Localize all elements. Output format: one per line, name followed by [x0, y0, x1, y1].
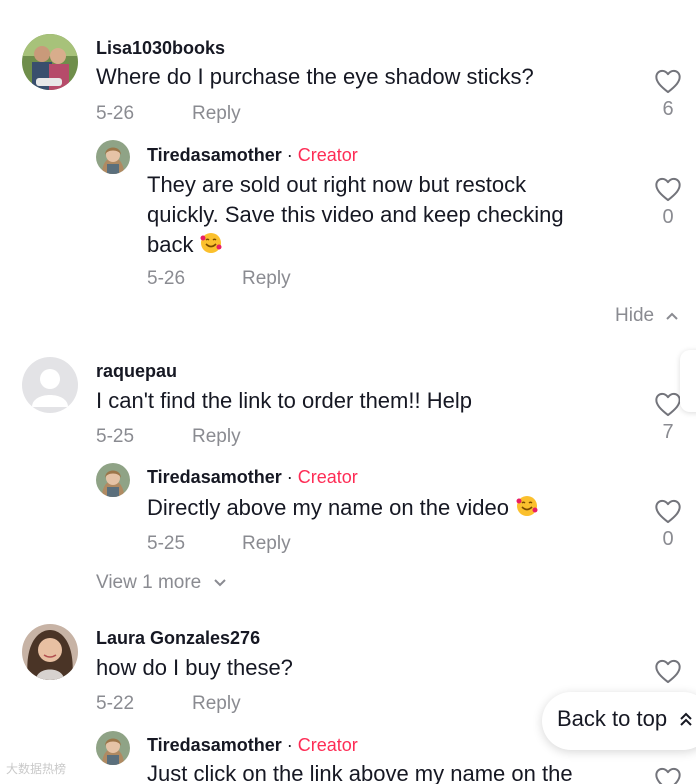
separator: ·: [286, 467, 293, 487]
avatar[interactable]: [96, 463, 130, 497]
comment-text: how do I buy these?: [96, 655, 293, 680]
avatar[interactable]: [22, 624, 78, 680]
double-chevron-up-icon: [680, 712, 692, 726]
separator: ·: [286, 145, 293, 165]
comment-date: 5-26: [96, 103, 135, 124]
hide-replies-button[interactable]: Hide: [615, 305, 679, 327]
reply-button[interactable]: Reply: [192, 693, 241, 715]
avatar[interactable]: [22, 357, 78, 413]
reply-button[interactable]: Reply: [192, 426, 241, 448]
comment-username[interactable]: Lisa1030books: [96, 38, 225, 59]
comment-text: I can't find the link to order them!! He…: [96, 388, 472, 413]
comment-meta: 5-25 Reply: [96, 426, 241, 448]
like-count: 6: [662, 98, 674, 120]
heart-outline-icon: [655, 499, 681, 524]
heart-outline-icon: [655, 177, 681, 202]
comment-text: Where do I purchase the eye shadow stick…: [96, 64, 534, 89]
reply-text-line: back: [147, 230, 564, 260]
reply-text: Just click on the link above my name on …: [147, 761, 573, 784]
chevron-up-icon: [666, 312, 679, 320]
comment-username[interactable]: raquepau: [96, 361, 177, 382]
watermark: 大数据热榜: [6, 762, 67, 776]
like-button[interactable]: [648, 658, 688, 684]
back-to-top-label: Back to top: [557, 706, 668, 731]
like-count: 7: [662, 421, 674, 443]
heart-outline-icon: [655, 69, 681, 94]
creator-badge: Creator: [297, 467, 358, 487]
reply-text-line-end: back: [147, 232, 194, 257]
comment-meta: 5-22 Reply: [96, 693, 241, 715]
separator: ·: [286, 735, 293, 755]
avatar[interactable]: [96, 140, 130, 174]
creator-badge: Creator: [297, 735, 358, 755]
reply-text: They are sold out right now but restock …: [147, 170, 564, 260]
reply-username[interactable]: Tiredasamother · Creator: [147, 145, 358, 166]
heart-outline-icon: [655, 659, 681, 684]
avatar[interactable]: [96, 731, 130, 765]
reply-button[interactable]: Reply: [192, 103, 241, 125]
reply-text-line: They are sold out right now but restock: [147, 172, 527, 197]
reply-date: 5-26: [147, 268, 186, 289]
reply-username-text: Tiredasamother: [147, 145, 282, 165]
reply-username[interactable]: Tiredasamother · Creator: [147, 735, 358, 756]
heart-outline-icon: [655, 392, 681, 417]
like-button[interactable]: 0: [648, 176, 688, 229]
like-button[interactable]: 0: [648, 498, 688, 551]
reply-username-text: Tiredasamother: [147, 467, 282, 487]
comment-meta: 5-26 Reply: [96, 103, 241, 125]
reply-text-body: Directly above my name on the video: [147, 495, 509, 520]
view-more-label: View 1 more: [96, 572, 202, 593]
reply-button[interactable]: Reply: [242, 533, 291, 555]
comment-date: 5-25: [96, 426, 135, 447]
reply-meta: 5-25 Reply: [147, 533, 291, 555]
hide-label: Hide: [615, 305, 655, 326]
heart-outline-icon: [655, 767, 681, 784]
like-count: 0: [662, 528, 674, 550]
like-button[interactable]: 6: [648, 68, 688, 121]
comment-date: 5-22: [96, 693, 135, 714]
reply-text: Directly above my name on the video: [147, 493, 539, 523]
side-panel-tab[interactable]: [680, 350, 696, 412]
reply-button[interactable]: Reply: [242, 268, 291, 290]
view-more-replies-button[interactable]: View 1 more: [96, 572, 227, 594]
avatar[interactable]: [22, 34, 78, 90]
chevron-down-icon: [213, 579, 226, 587]
reply-username-text: Tiredasamother: [147, 735, 282, 755]
reply-text-line: quickly. Save this video and keep checki…: [147, 202, 564, 227]
smiling-face-with-hearts-emoji: [200, 233, 222, 253]
back-to-top-button[interactable]: Back to top: [542, 692, 696, 750]
like-count: 0: [662, 206, 674, 228]
comment-username[interactable]: Laura Gonzales276: [96, 628, 260, 649]
reply-date: 5-25: [147, 533, 186, 554]
like-button[interactable]: [648, 766, 688, 784]
smiling-face-with-hearts-emoji: [516, 496, 538, 516]
creator-badge: Creator: [297, 145, 358, 165]
reply-username[interactable]: Tiredasamother · Creator: [147, 467, 358, 488]
reply-meta: 5-26 Reply: [147, 268, 291, 290]
